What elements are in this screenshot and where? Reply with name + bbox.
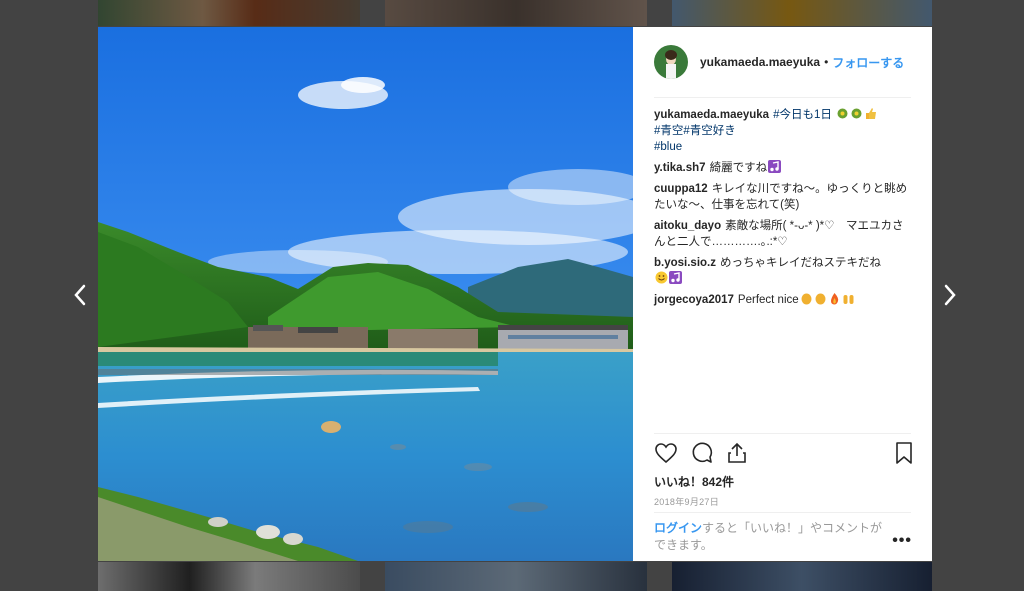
comment-bubble-icon[interactable] bbox=[690, 441, 714, 465]
footer-divider bbox=[654, 512, 911, 513]
smile-icon bbox=[655, 271, 668, 284]
post-date: 2018年9月27日 bbox=[654, 497, 720, 507]
clover-sparkle-icon bbox=[837, 108, 848, 119]
fire-icon bbox=[830, 293, 838, 305]
login-link[interactable]: ログイン bbox=[654, 521, 702, 535]
header-username-link[interactable]: yukamaeda.maeyuka bbox=[700, 55, 820, 69]
next-post-button[interactable] bbox=[938, 280, 962, 310]
clover-sparkle-icon bbox=[851, 108, 862, 119]
comment-username-link[interactable]: y.tika.sh7 bbox=[654, 162, 706, 174]
post-photo[interactable] bbox=[98, 27, 633, 561]
comment-username-link[interactable]: aitoku_dayo bbox=[654, 220, 721, 232]
comment-username-link[interactable]: b.yosi.sio.z bbox=[654, 257, 716, 269]
comment-text: Perfect nice bbox=[737, 294, 799, 306]
follow-button[interactable]: フォローする bbox=[832, 54, 904, 71]
post-modal: yukamaeda.maeyuka • フォローする yukamaeda.mae… bbox=[98, 27, 932, 561]
caption: yukamaeda.maeyuka #今日も1日 #青空#青空好き #blue bbox=[654, 107, 914, 155]
login-prompt: ログインすると「いいね！」やコメントができます。 bbox=[654, 520, 889, 554]
caption-username-link[interactable]: yukamaeda.maeyuka bbox=[654, 109, 769, 121]
comment-item: b.yosi.sio.z めっちゃキレイだねステキだね bbox=[654, 255, 914, 287]
like-count[interactable]: いいね！842件 bbox=[654, 473, 734, 490]
raised-hands-icon bbox=[843, 295, 854, 304]
actions-divider bbox=[654, 433, 911, 434]
caption-hashtags-link[interactable]: #青空#青空好き bbox=[654, 125, 736, 137]
comment-text: めっちゃキレイだねステキだね bbox=[720, 257, 881, 269]
header-separator: • bbox=[824, 55, 829, 69]
comment-item: aitoku_dayo 素敵な場所( *-ᴗ-* )*♡ マエユカさんと二人で……… bbox=[654, 218, 914, 250]
avatar[interactable] bbox=[654, 45, 688, 79]
previous-post-button[interactable] bbox=[68, 280, 92, 310]
comments-list: yukamaeda.maeyuka #今日も1日 #青空#青空好き #blue y… bbox=[654, 107, 914, 313]
more-options-button[interactable]: ••• bbox=[892, 532, 912, 550]
comment-item: jorgecoya2017 Perfect nice bbox=[654, 292, 914, 308]
comment-item: cuuppa12 キレイな川ですね〜。ゆっくりと眺めたいな〜、仕事を忘れて(笑) bbox=[654, 181, 914, 213]
post-side-panel: yukamaeda.maeyuka • フォローする yukamaeda.mae… bbox=[633, 27, 932, 561]
bookmark-icon[interactable] bbox=[892, 441, 916, 465]
header-divider bbox=[654, 97, 911, 98]
music-note-icon bbox=[669, 271, 682, 284]
caption-hashtag-blue-link[interactable]: #blue bbox=[654, 141, 682, 153]
clap-icon bbox=[801, 293, 812, 305]
comment-item: y.tika.sh7 綺麗ですね bbox=[654, 160, 914, 176]
share-icon[interactable] bbox=[725, 441, 749, 465]
chevron-left-icon bbox=[74, 284, 86, 306]
clap-icon bbox=[815, 293, 826, 305]
thumbs-up-icon bbox=[866, 108, 877, 119]
heart-icon[interactable] bbox=[654, 441, 678, 465]
comment-text: 綺麗ですね bbox=[709, 162, 768, 174]
comment-username-link[interactable]: jorgecoya2017 bbox=[654, 294, 734, 306]
chevron-right-icon bbox=[944, 284, 956, 306]
comment-username-link[interactable]: cuuppa12 bbox=[654, 183, 708, 195]
post-header: yukamaeda.maeyuka • フォローする bbox=[633, 27, 932, 97]
action-bar bbox=[654, 441, 916, 467]
music-note-icon bbox=[768, 160, 782, 173]
caption-hashtag-link[interactable]: #今日も1日 bbox=[773, 109, 832, 121]
landscape-river-photo bbox=[98, 27, 633, 561]
